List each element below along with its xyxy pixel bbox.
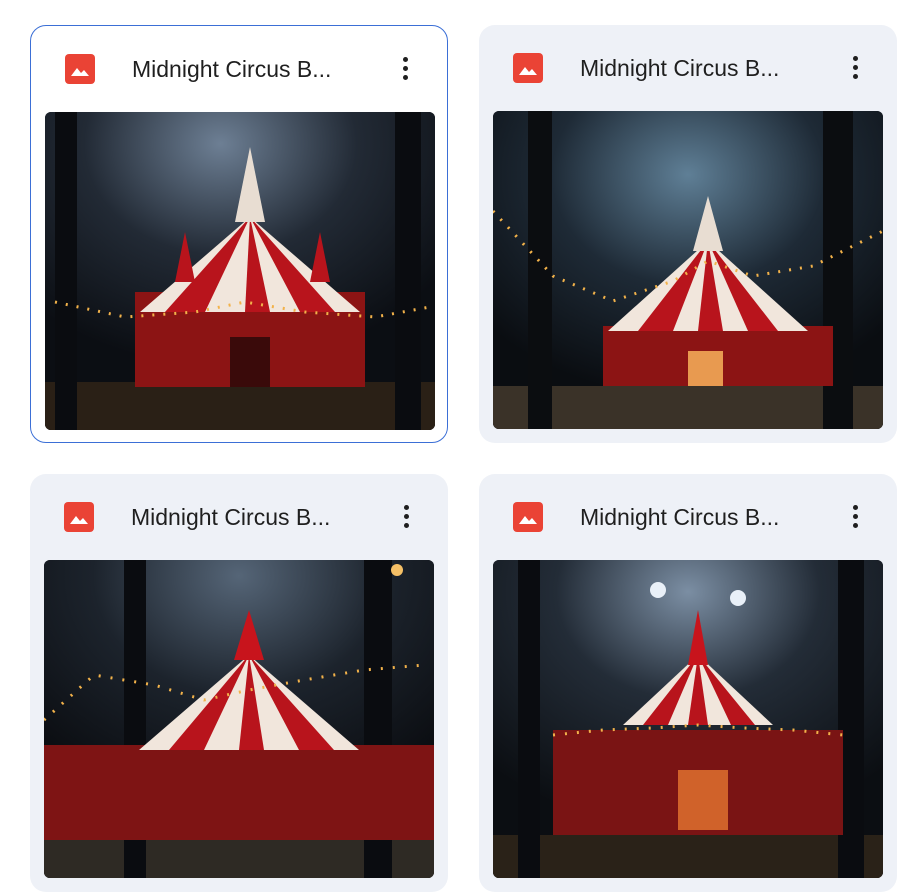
file-thumbnail[interactable]	[44, 560, 434, 878]
file-name: Midnight Circus B...	[580, 55, 780, 81]
more-options-button[interactable]	[835, 496, 875, 536]
image-icon	[65, 54, 95, 84]
file-card-header: Midnight Circus B...	[479, 474, 897, 560]
more-options-button[interactable]	[385, 48, 425, 88]
image-icon	[513, 502, 543, 532]
file-card[interactable]: Midnight Circus B...	[30, 474, 448, 892]
file-thumbnail[interactable]	[45, 112, 435, 430]
file-thumbnail[interactable]	[493, 111, 883, 429]
file-card-header: Midnight Circus B...	[30, 474, 448, 560]
file-card-header: Midnight Circus B...	[31, 26, 447, 112]
image-icon	[64, 502, 94, 532]
file-name: Midnight Circus B...	[131, 504, 331, 530]
more-options-button[interactable]	[386, 496, 426, 536]
image-icon	[513, 53, 543, 83]
file-card[interactable]: Midnight Circus B...	[479, 474, 897, 892]
file-card[interactable]: Midnight Circus B...	[30, 25, 448, 443]
more-options-button[interactable]	[835, 47, 875, 87]
file-name: Midnight Circus B...	[132, 56, 332, 82]
file-thumbnail[interactable]	[493, 560, 883, 878]
file-card-header: Midnight Circus B...	[479, 25, 897, 111]
file-card[interactable]: Midnight Circus B...	[479, 25, 897, 443]
file-grid: Midnight Circus B... Midnight Circus B..…	[0, 0, 906, 896]
file-name: Midnight Circus B...	[580, 504, 780, 530]
